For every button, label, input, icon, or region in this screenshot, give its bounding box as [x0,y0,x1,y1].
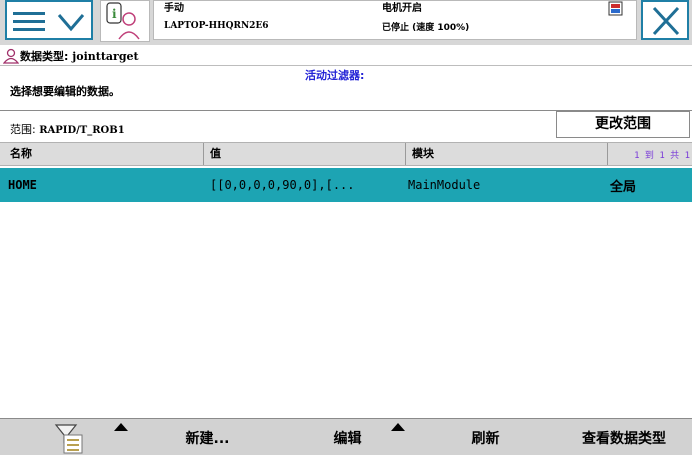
row-module: MainModule [408,178,481,192]
row-name: HOME [8,178,37,192]
motor-state: 电机开启 [382,3,422,14]
filter-icon [54,424,83,454]
refresh-button[interactable]: 刷新 [418,419,553,455]
filter-button[interactable] [0,419,135,455]
scope-label: 范围: [10,123,36,136]
user-icon [3,48,19,64]
bottom-toolbar: 新建... 编辑 刷新 查看数据类型 [0,419,692,455]
quickset-user-button[interactable]: i [100,0,150,42]
scope-value: RAPID/T_ROB1 [39,125,125,136]
status-panel[interactable]: 手动 LAPTOP-HHQRN2E6 电机开启 已停止 (速度 100%) [153,0,637,40]
active-filter-label: 活动过滤器: [305,69,365,82]
datatype-row: 数据类型: jointtarget [0,45,692,66]
paging-indicator: 1 到 1 共 1 [634,151,690,161]
expand-up-icon [114,423,128,431]
column-name-header[interactable]: 名称 [10,145,32,161]
status-icon [608,1,623,16]
new-button[interactable]: 新建... [140,419,275,455]
expand-up-icon [391,423,405,431]
view-datatype-button[interactable]: 查看数据类型 [556,419,692,455]
datatype-label: 数据类型: [20,50,69,63]
svg-text:i: i [112,7,117,21]
menu-icon [13,12,45,31]
table-header: 名称 值 模块 1 到 1 共 1 [0,142,692,166]
top-bar: i 手动 LAPTOP-HHQRN2E6 电机开启 已停止 (速度 100%) [0,0,692,45]
change-scope-button[interactable]: 更改范围 [556,111,690,138]
edit-label: 编辑 [333,431,362,447]
controller-name: LAPTOP-HHQRN2E6 [164,21,269,31]
row-value: [[0,0,0,0,90,0],[... [210,178,355,192]
row-scope: 全局 [610,180,637,195]
datatype-value: jointtarget [72,50,139,63]
operation-mode: 手动 [164,3,184,14]
close-icon [652,6,680,36]
main-menu-button[interactable] [5,0,93,40]
scope-row: 范围: RAPID/T_ROB1 更改范围 [0,110,692,140]
close-button[interactable] [641,0,689,40]
run-state: 已停止 (速度 100%) [382,23,470,33]
edit-button[interactable]: 编辑 [280,419,415,455]
instruction-text: 选择想要编辑的数据。 [10,85,120,98]
column-module-header[interactable]: 模块 [412,145,434,161]
column-value-header[interactable]: 值 [210,145,221,161]
chevron-down-icon [57,14,85,32]
table-row[interactable]: HOME [[0,0,0,0,90,0],[... MainModule 全局 [0,168,692,202]
user-info-icon: i [106,2,140,40]
